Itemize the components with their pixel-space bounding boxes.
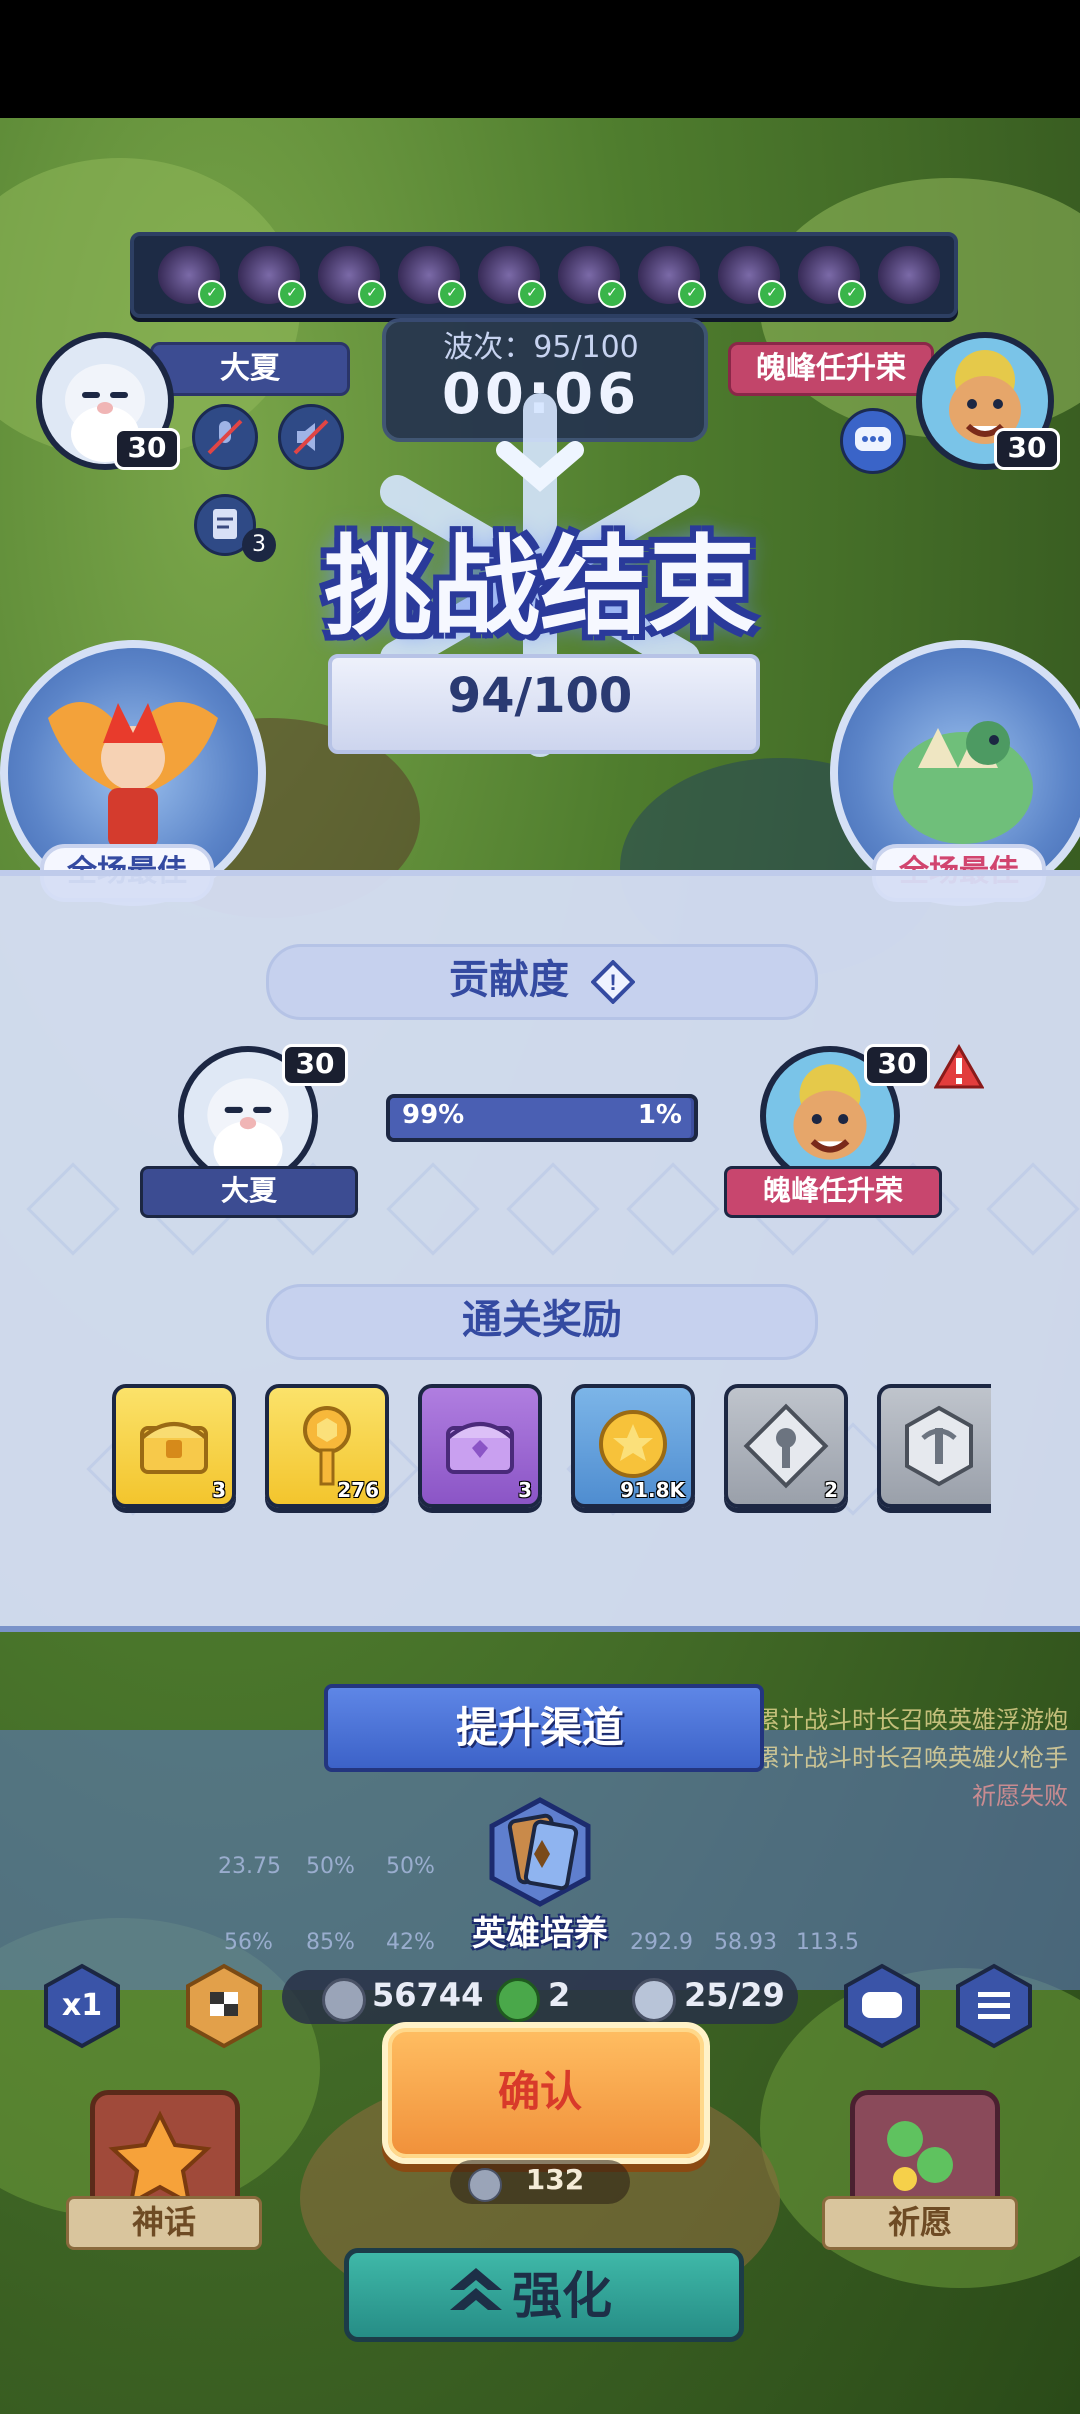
reward-item-gold-coin[interactable]: 91.8K [571,1384,695,1508]
player1-level-badge: 30 [282,1044,348,1086]
check-icon: ✓ [678,280,706,308]
battle-log-line: 累计战斗时长召唤英雄浮游炮 [756,1706,1068,1734]
speed-label: x1 [61,1988,103,2023]
contribution-title: 贡献度 [449,957,570,1003]
speaker-muted-icon[interactable] [278,404,344,470]
checker-flag-button[interactable] [184,1962,264,2050]
stat-value: 58.93 [714,1930,777,1955]
stat-value: 113.5 [796,1930,859,1955]
status-bar-area [0,0,1080,118]
myth-label[interactable]: 神话 [66,2196,262,2250]
score-value: 94/100 [447,668,633,724]
svg-text:!: ! [609,970,616,995]
contribution-header: 贡献度 ! [266,944,818,1020]
hero-training-card-icon[interactable] [484,1796,596,1908]
player1-level-badge: 30 [114,428,180,470]
reward-item-purple-chest[interactable]: 3 [418,1384,542,1508]
check-icon: ✓ [838,280,866,308]
population-icon [632,1978,676,2022]
contribution-bar: 99% 1% [386,1094,698,1142]
hero-training-label[interactable]: 英雄培养 [440,1906,640,1955]
player2-name: 魄峰任升荣 [724,1166,942,1218]
clover-count: 2 [548,1976,571,2014]
check-icon: ✓ [278,280,306,308]
player2-level-badge: 30 [994,428,1060,470]
speed-toggle-button[interactable]: x1 [42,1962,122,2050]
clover-icon [496,1978,540,2022]
reward-item-silver-emblem[interactable] [877,1384,991,1508]
population-count: 25/29 [684,1976,785,2014]
info-icon[interactable]: ! [590,959,636,1005]
player2-name-top: 魄峰任升荣 [728,342,934,396]
hero-slot [878,246,940,304]
rewards-header: 通关奖励 [266,1284,818,1360]
player1-name: 大夏 [140,1166,358,1218]
warning-icon[interactable] [934,1044,984,1090]
battle-log-line: 累计战斗时长召唤英雄火枪手 [756,1744,1068,1772]
menu-button[interactable] [954,1962,1034,2050]
stat-value: 56% [224,1930,273,1955]
upgrade-channel-title: 提升渠道 [455,1703,624,1752]
battle-log-line: 祈愿失败 [972,1782,1068,1810]
chat-bubble-icon[interactable] [840,408,906,474]
reward-item-gold-key[interactable]: 276 [265,1384,389,1508]
check-icon: ✓ [438,280,466,308]
silver-emblem-icon [905,1405,973,1487]
check-icon: ✓ [358,280,386,308]
reward-count: 3 [518,1478,532,1502]
stat-value: 85% [306,1930,355,1955]
reward-count: 3 [212,1478,226,1502]
player1-name-top: 大夏 [150,342,350,396]
stat-value: 23.75 [218,1854,281,1879]
silver-coin-icon [322,1978,366,2022]
hero-roster-bar: ✓ ✓ ✓ ✓ ✓ ✓ ✓ ✓ ✓ [130,232,958,318]
player2-percent: 1% [637,1100,682,1130]
reward-item-silver-emblem[interactable]: 2 [724,1384,848,1508]
check-icon: ✓ [758,280,786,308]
player1-percent: 99% [402,1100,465,1130]
mic-muted-icon[interactable] [192,404,258,470]
wave-counter: 波次：95/100 [443,330,639,365]
wish-label[interactable]: 祈愿 [822,2196,1018,2250]
summon-cost-value: 132 [525,2163,585,2196]
player2-level-badge: 30 [864,1044,930,1086]
reward-item-gold-chest[interactable]: 3 [112,1384,236,1508]
reward-count: 2 [824,1478,838,1502]
stat-value: 42% [386,1930,435,1955]
chat-button[interactable] [842,1962,922,2050]
check-icon: ✓ [198,280,226,308]
enhance-button-label[interactable]: 强化 [344,2256,734,2328]
reward-count: 91.8K [620,1478,685,1502]
check-icon: ✓ [518,280,546,308]
stat-value: 50% [306,1854,355,1879]
coin-count: 56744 [372,1976,484,2014]
confirm-button-label[interactable]: 确认 [382,2058,698,2119]
challenge-over-title: 挑战结束 [323,525,756,650]
check-icon: ✓ [598,280,626,308]
reward-count: 276 [337,1478,379,1502]
stat-value: 50% [386,1854,435,1879]
